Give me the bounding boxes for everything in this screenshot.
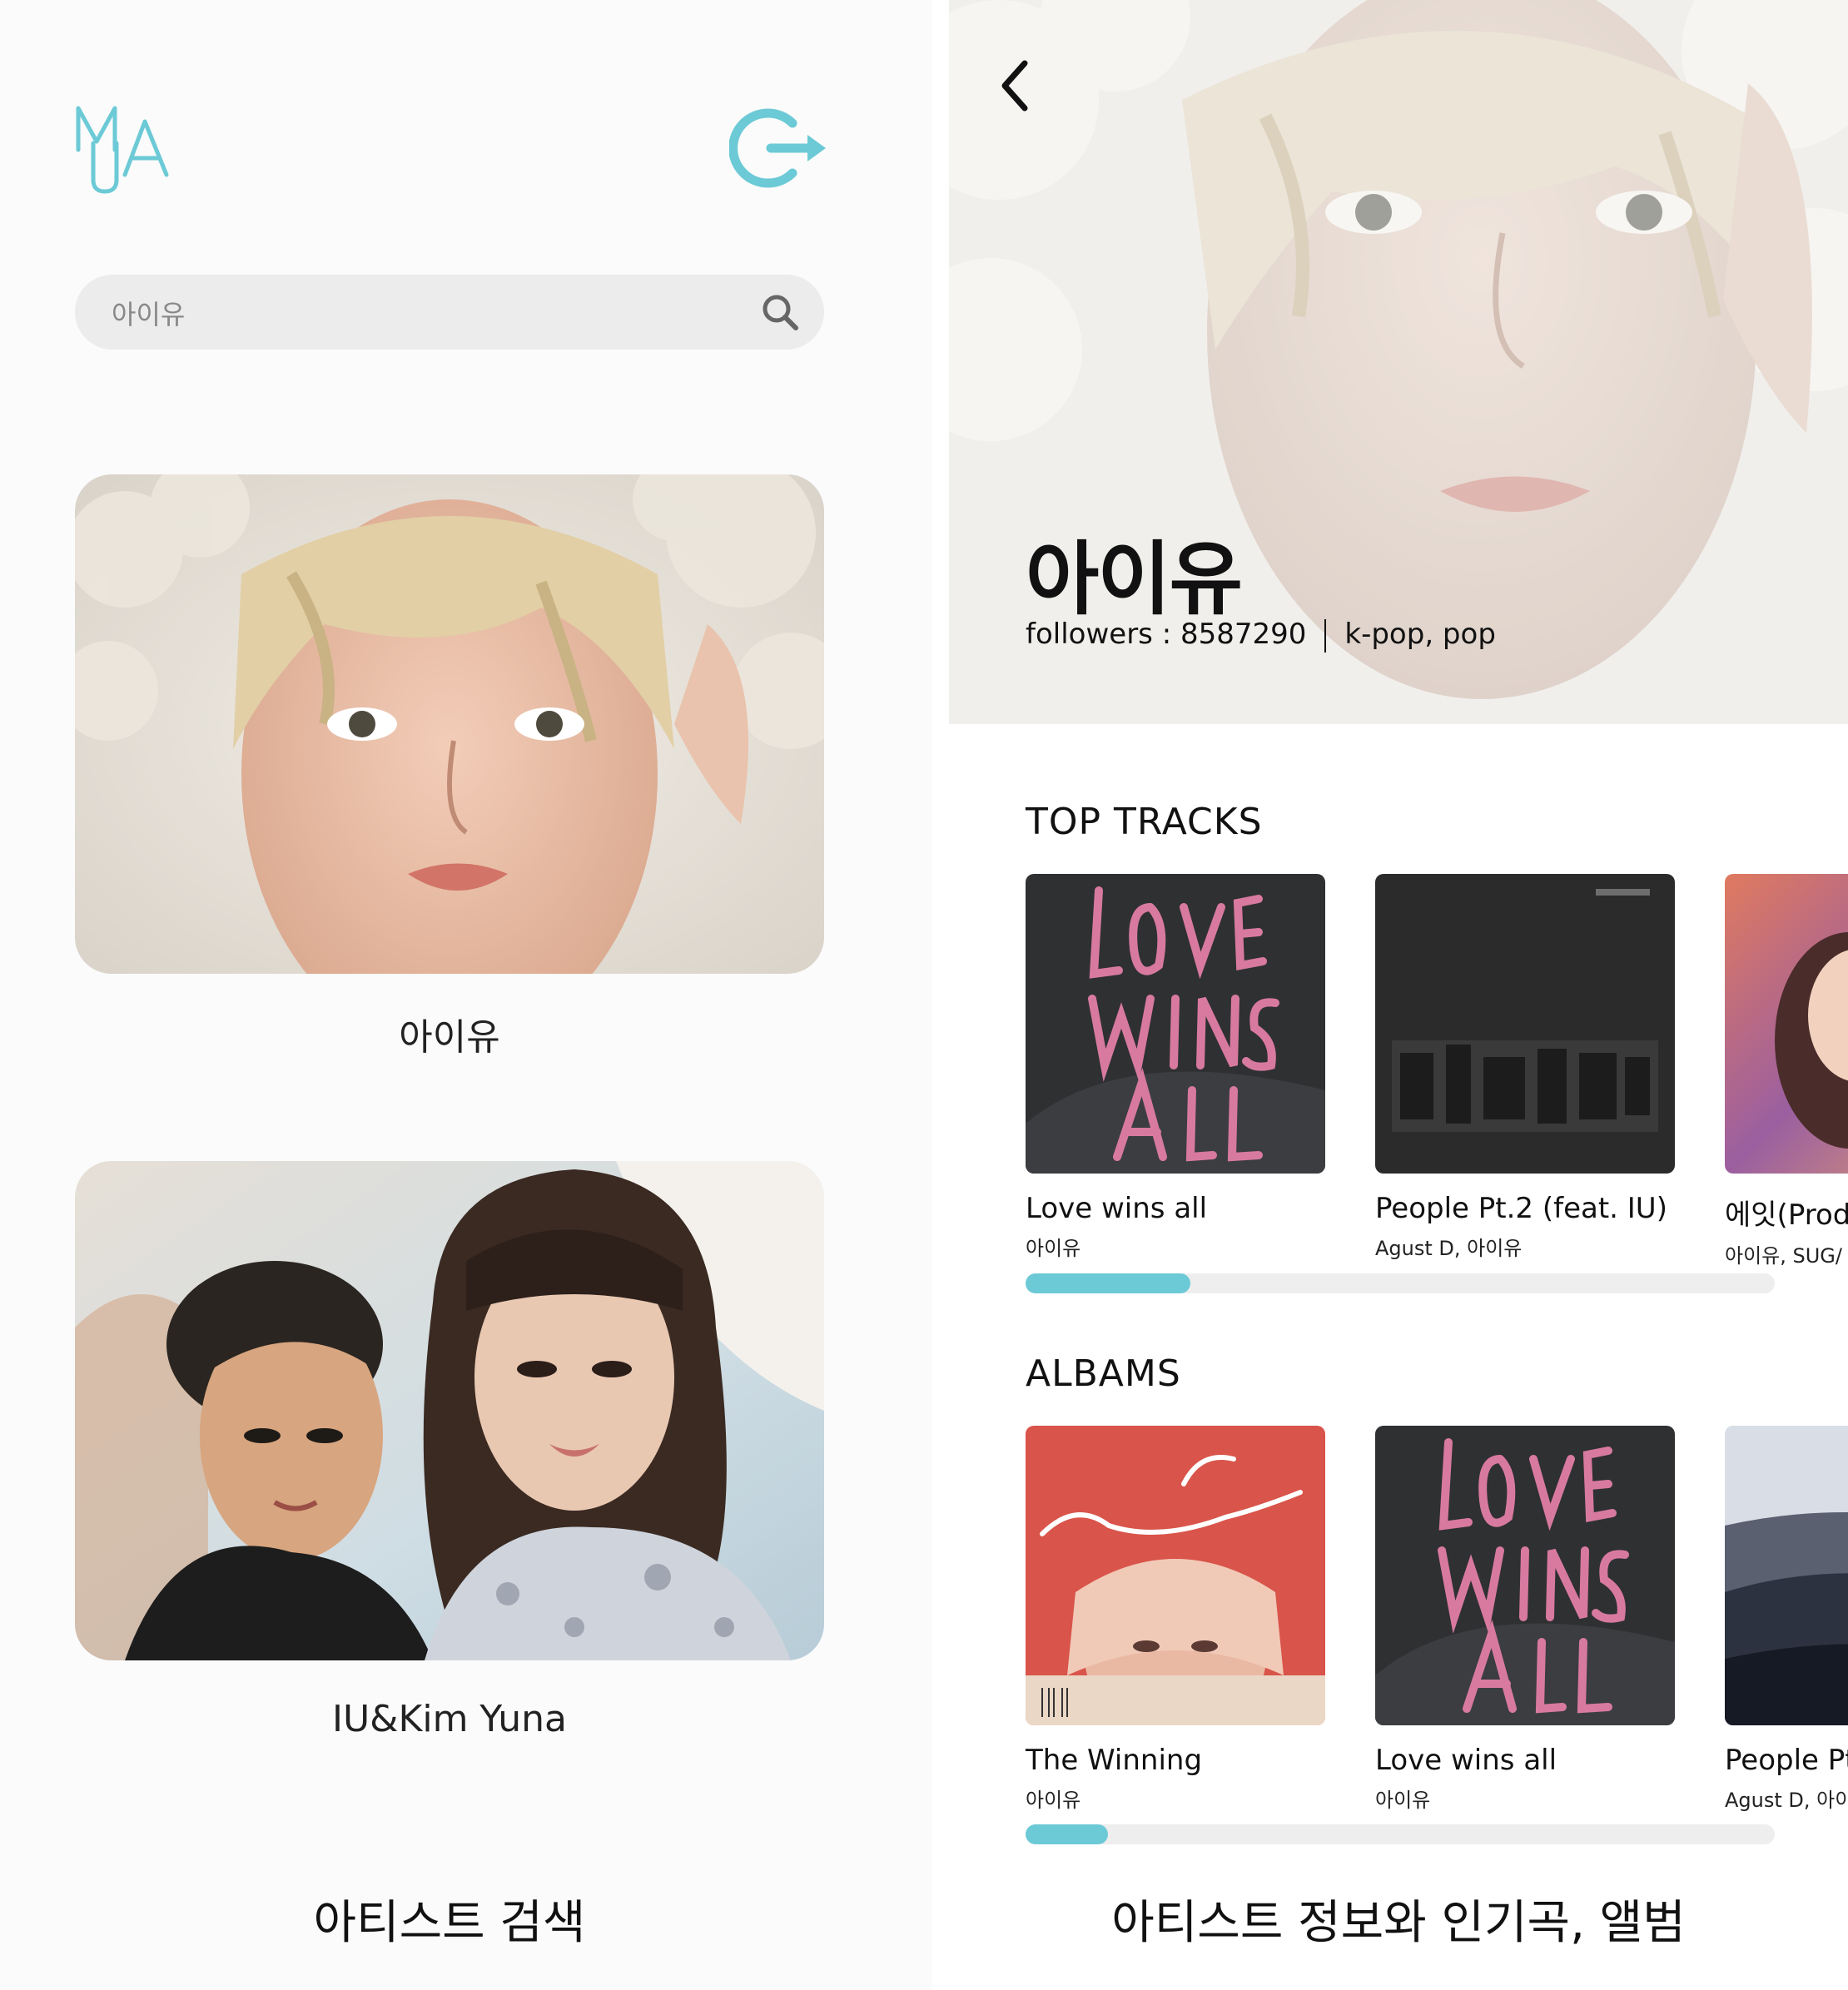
track-cover [1026, 874, 1325, 1174]
search-icon[interactable] [761, 293, 799, 331]
artist-name: 아이유 [1026, 533, 1243, 626]
top-tracks-row[interactable]: Love wins all 아이유 People Pt.2 (feat. IU)… [1026, 874, 1848, 1268]
track-cover [1725, 874, 1848, 1174]
search-input[interactable] [110, 275, 746, 351]
artist-meta: followers : 8587290 k-pop, pop [1026, 618, 1496, 653]
artist-hero: 아이유 followers : 8587290 k-pop, pop [949, 0, 1848, 724]
albums-scroll-thumb[interactable] [1026, 1824, 1108, 1844]
album-artist: 아이유 [1375, 1789, 1431, 1812]
track-artist: Agust D, 아이유 [1375, 1237, 1523, 1260]
artist-photo [75, 1161, 824, 1660]
album-cover [1375, 1426, 1675, 1725]
followers-count: followers : 8587290 [1026, 618, 1307, 651]
logout-icon[interactable] [729, 105, 827, 191]
top-tracks-title: TOP TRACKS [1026, 801, 1263, 843]
track-title: People Pt.2 (feat. IU) [1375, 1192, 1667, 1225]
screen-caption: 아티스트 검색 [313, 1896, 586, 1950]
album-cover [1725, 1426, 1848, 1725]
album-title: People Pt [1725, 1744, 1848, 1777]
artist-genres: k-pop, pop [1344, 618, 1496, 651]
album-title: Love wins all [1375, 1744, 1557, 1777]
track-tile[interactable]: People Pt.2 (feat. IU) Agust D, 아이유 [1375, 874, 1675, 1261]
albums-scrollbar[interactable] [1026, 1824, 1775, 1844]
meta-divider [1324, 618, 1327, 653]
artist-result-name: 아이유 [399, 1016, 500, 1059]
track-tile[interactable]: Love wins all 아이유 [1026, 874, 1325, 1261]
back-chevron-icon[interactable] [995, 57, 1036, 115]
top-tracks-scroll-thumb[interactable] [1026, 1273, 1190, 1293]
track-artist: 아이유, SUG/ [1725, 1244, 1842, 1268]
artist-detail-screen: 아이유 followers : 8587290 k-pop, pop TOP TR… [949, 0, 1848, 1990]
track-title: 에잇(Prod [1725, 1198, 1848, 1232]
artist-result-card[interactable] [75, 474, 824, 974]
albums-row[interactable]: The Winning 아이유 Love wins all 아이유 People… [1026, 1426, 1848, 1812]
top-tracks-scrollbar[interactable] [1026, 1273, 1775, 1293]
albums-title: ALBAMS [1026, 1352, 1181, 1395]
app-logo [76, 106, 169, 194]
album-artist: 아이유 [1026, 1789, 1081, 1812]
artist-photo [75, 474, 824, 974]
album-cover [1026, 1426, 1325, 1725]
artist-result-card[interactable] [75, 1161, 824, 1660]
album-artist: Agust D, 아이유 [1725, 1789, 1848, 1812]
track-tile[interactable]: 에잇(Prod 아이유, SUG/ [1725, 874, 1848, 1268]
search-bar[interactable] [75, 275, 824, 351]
album-tile[interactable]: People Pt Agust D, 아이유 [1725, 1426, 1848, 1813]
album-title: The Winning [1026, 1744, 1203, 1777]
album-tile[interactable]: The Winning 아이유 [1026, 1426, 1325, 1813]
track-title: Love wins all [1026, 1192, 1208, 1225]
search-screen: 아이유 아이유 IU&Kim Yuna [0, 0, 932, 1990]
track-cover [1375, 874, 1675, 1174]
artist-result-name: IU&Kim Yuna [332, 1698, 567, 1740]
album-tile[interactable]: Love wins all 아이유 [1375, 1426, 1675, 1813]
track-artist: 아이유 [1026, 1237, 1081, 1260]
screen-caption: 아티스트 정보와 인기곡, 앨범 [1111, 1896, 1686, 1950]
